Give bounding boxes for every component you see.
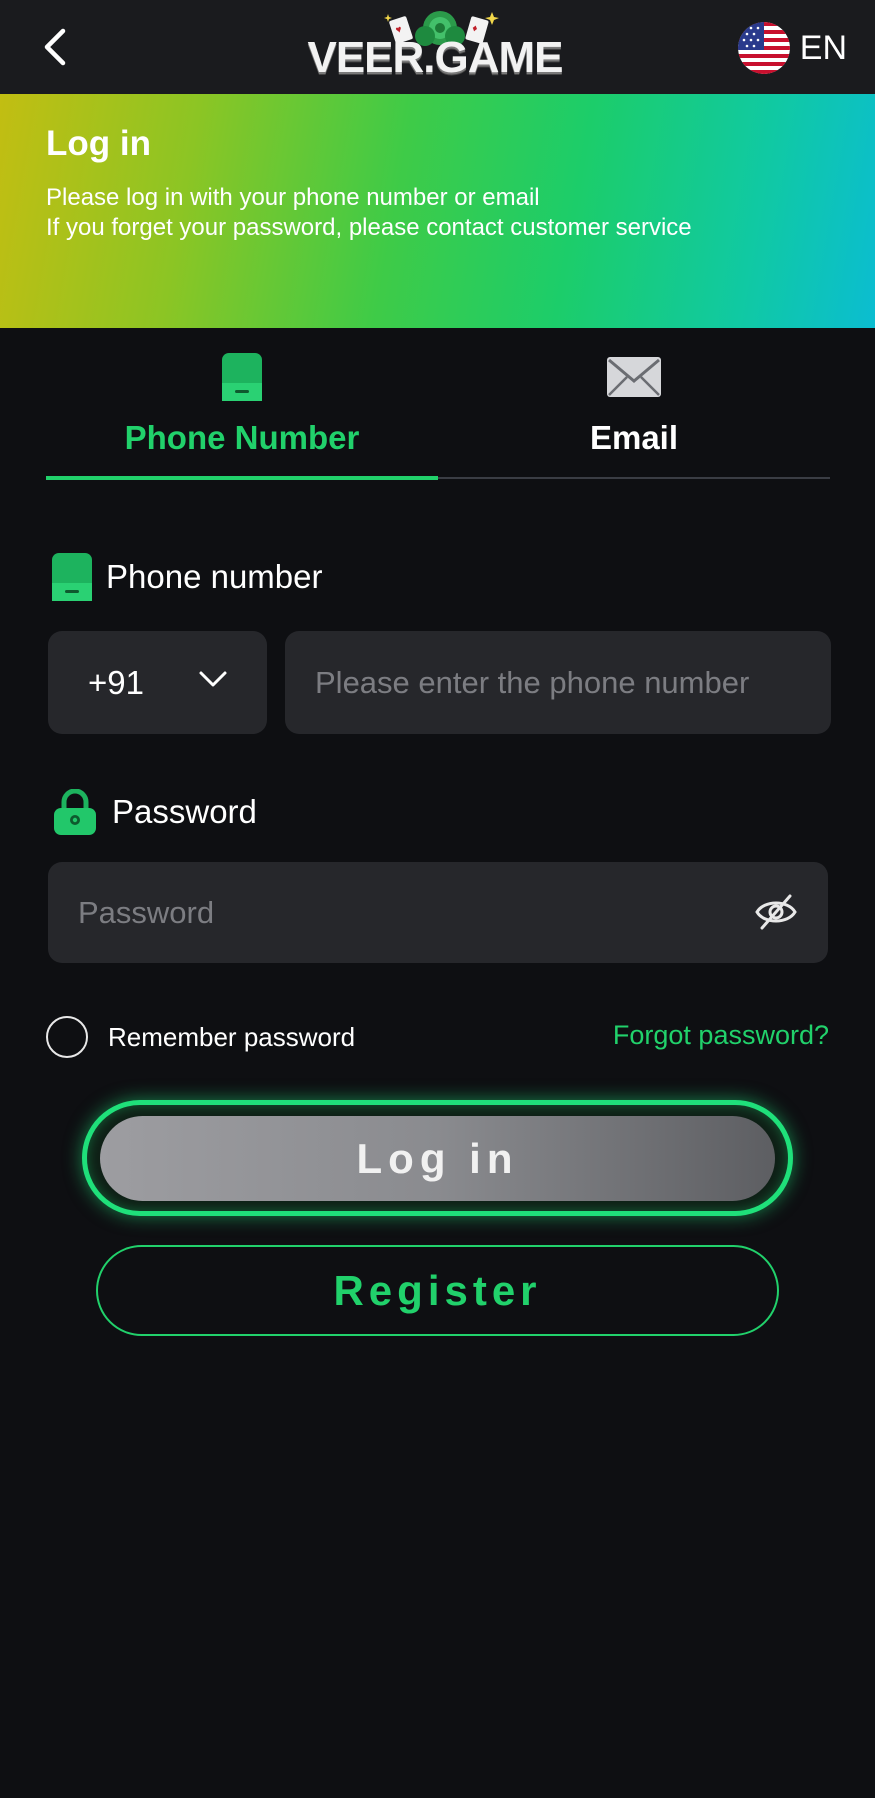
banner-help-text: If you forget your password, please cont… [46,214,692,241]
tab-email-label: Email [589,419,679,456]
chevron-left-icon [44,28,66,66]
tab-phone-number[interactable]: Phone Number [46,345,438,477]
password-input-container [48,862,828,963]
login-button-label: Log in [356,1134,519,1182]
login-button-inner: Log in [100,1116,775,1201]
login-method-tabs: Phone Number Email [46,345,830,480]
country-code-value: +91 [88,663,144,701]
tab-email[interactable]: Email [438,345,830,477]
forgot-password-link[interactable]: Forgot password? [613,1020,829,1051]
login-page: ♥ ♦ VEER.GAME EN Log in Please log in wi… [0,0,875,1798]
language-selector[interactable]: EN [737,22,847,74]
login-button[interactable]: Log in [82,1100,793,1216]
country-code-select[interactable]: +91 [48,631,267,734]
banner-instruction: Please log in with your phone number or … [46,184,540,211]
phone-input-container [285,631,831,734]
phone-field-label: Phone number [52,550,322,604]
chevron-down-icon [199,671,227,687]
brand-logo: ♥ ♦ VEER.GAME [305,8,565,84]
us-flag-icon [737,22,790,74]
language-code: EN [799,28,847,67]
register-button[interactable]: Register [96,1245,779,1336]
logo-wordmark: VEER.GAME [307,33,563,82]
remember-radio[interactable] [46,1016,88,1058]
eye-off-icon[interactable] [754,892,798,932]
lock-icon [54,789,96,835]
password-label-text: Password [112,793,257,830]
phone-icon [222,353,262,401]
remember-password-label: Remember password [108,1021,356,1052]
top-bar: ♥ ♦ VEER.GAME EN [0,0,875,94]
login-banner: Log in Please log in with your phone num… [0,94,875,328]
password-field-label: Password [52,785,257,839]
phone-input[interactable] [285,631,831,734]
remember-password-toggle[interactable]: Remember password [46,1016,355,1058]
page-title: Log in [46,124,151,163]
register-button-label: Register [333,1266,542,1314]
phone-label-text: Phone number [106,558,323,595]
back-button[interactable] [30,22,80,72]
mail-icon [607,357,661,397]
tab-phone-label: Phone Number [124,419,360,456]
phone-icon [52,553,92,601]
password-input[interactable] [48,862,828,963]
active-tab-indicator [46,476,438,480]
